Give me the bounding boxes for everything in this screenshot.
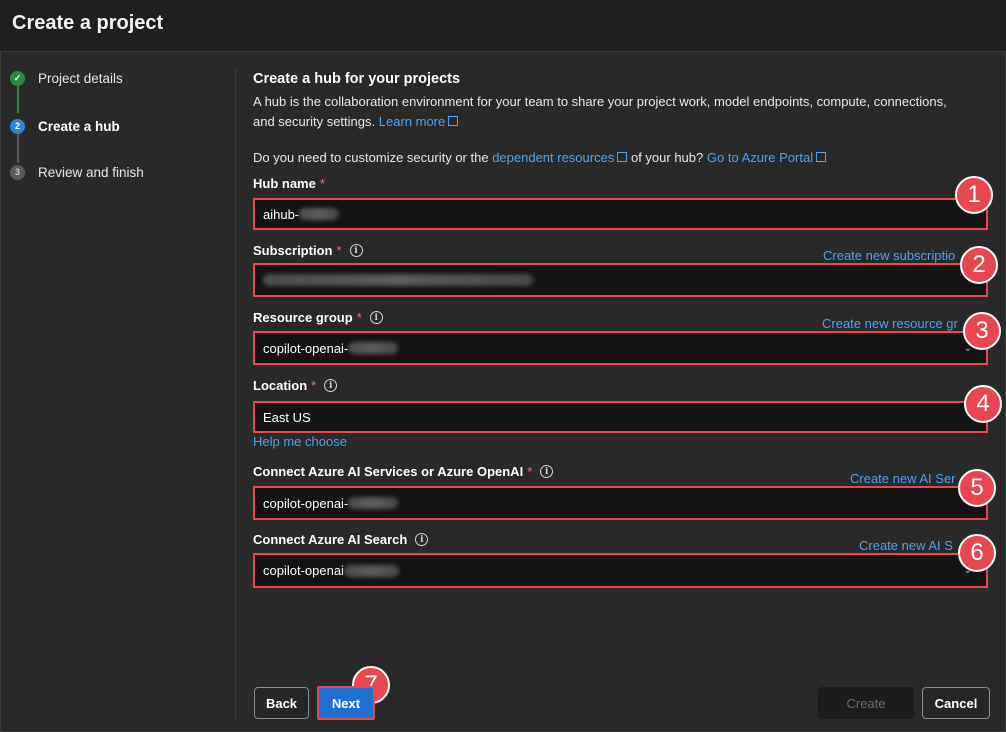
- back-button[interactable]: Back: [254, 687, 309, 719]
- step-number-icon: 2: [10, 118, 25, 134]
- step-label: Review and finish: [38, 164, 144, 180]
- external-link-icon: [448, 116, 459, 126]
- callout-badge-5: 5: [958, 469, 996, 507]
- create-ai-services-link[interactable]: Create new AI Ser: [850, 471, 956, 486]
- resource-group-dropdown[interactable]: copilot-openai- ⌄: [253, 331, 988, 365]
- create-resource-group-link[interactable]: Create new resource gr: [822, 316, 958, 331]
- location-label: Location * i: [253, 378, 338, 393]
- step-create-hub[interactable]: 2 Create a hub: [10, 116, 120, 136]
- info-icon[interactable]: i: [415, 533, 429, 546]
- info-icon[interactable]: i: [324, 379, 338, 392]
- required-marker: *: [319, 176, 325, 191]
- location-dropdown[interactable]: East US: [253, 401, 988, 433]
- redacted-text: [348, 497, 399, 509]
- step-project-details[interactable]: ✓ Project details: [10, 68, 123, 88]
- create-ai-search-link[interactable]: Create new AI S: [859, 538, 953, 553]
- dependent-resources-link[interactable]: dependent resources: [492, 150, 628, 165]
- section-heading: Create a hub for your projects: [253, 71, 461, 87]
- question-text-mid: of your hub?: [630, 150, 704, 165]
- azure-portal-link[interactable]: Go to Azure Portal: [706, 150, 827, 165]
- callout-badge-1: 1: [955, 176, 993, 214]
- info-icon[interactable]: i: [349, 244, 363, 257]
- location-label-text: Location: [253, 378, 308, 393]
- create-button[interactable]: Create: [818, 687, 914, 719]
- ai-search-label: Connect Azure AI Search i: [253, 532, 429, 547]
- callout-badge-3: 3: [963, 312, 1001, 350]
- ai-services-label: Connect Azure AI Services or Azure OpenA…: [253, 464, 554, 479]
- callout-badge-2: 2: [960, 246, 998, 284]
- ai-search-value: copilot-openai: [263, 563, 344, 578]
- resource-group-label: Resource group * i: [253, 310, 383, 325]
- ai-search-dropdown[interactable]: copilot-openai ⌄: [253, 553, 988, 588]
- ai-search-label-text: Connect Azure AI Search: [253, 532, 408, 547]
- redacted-text: [299, 208, 340, 220]
- redacted-text: [343, 564, 399, 577]
- hub-name-label: Hub name *: [253, 176, 325, 191]
- resource-group-value: copilot-openai-: [263, 340, 349, 356]
- step-number-icon: 3: [10, 164, 25, 180]
- subscription-label-text: Subscription: [253, 243, 333, 258]
- ai-services-label-text: Connect Azure AI Services or Azure OpenA…: [253, 464, 524, 479]
- title-bar: Create a project: [0, 0, 1006, 52]
- subscription-dropdown[interactable]: [253, 263, 988, 297]
- question-text: Do you need to customize security or the: [253, 150, 489, 165]
- location-value: East US: [263, 409, 311, 425]
- help-me-choose-link[interactable]: Help me choose: [253, 434, 347, 449]
- step-connector-todo: [17, 133, 19, 163]
- next-button[interactable]: Next: [317, 686, 375, 720]
- external-link-icon: [617, 152, 628, 162]
- resource-group-label-text: Resource group: [253, 310, 353, 325]
- info-icon[interactable]: i: [369, 311, 383, 324]
- ai-services-dropdown[interactable]: copilot-openai-: [253, 486, 988, 520]
- subscription-label: Subscription * i: [253, 243, 363, 258]
- learn-more-label: Learn more: [378, 114, 446, 129]
- required-marker: *: [527, 464, 533, 479]
- hub-name-value: aihub-: [263, 206, 300, 222]
- azure-portal-label: Go to Azure Portal: [706, 150, 814, 165]
- info-icon[interactable]: i: [540, 465, 554, 478]
- required-marker: *: [356, 310, 362, 325]
- external-link-icon: [816, 152, 827, 162]
- callout-badge-4: 4: [964, 385, 1002, 423]
- redacted-text: [263, 274, 533, 286]
- customize-question: Do you need to customize security or the…: [253, 150, 827, 165]
- step-label: Project details: [38, 70, 123, 86]
- hub-name-label-text: Hub name: [253, 176, 316, 191]
- ai-services-value: copilot-openai-: [263, 495, 349, 511]
- create-subscription-link[interactable]: Create new subscriptio: [823, 248, 955, 263]
- required-marker: *: [311, 378, 317, 393]
- section-description: A hub is the collaboration environment f…: [253, 92, 953, 132]
- hub-name-input[interactable]: aihub-: [253, 198, 988, 230]
- checkmark-icon: ✓: [10, 70, 25, 86]
- step-connector-done: [17, 85, 19, 113]
- callout-badge-6: 6: [958, 534, 996, 572]
- required-marker: *: [336, 243, 342, 258]
- dependent-resources-label: dependent resources: [492, 150, 615, 165]
- sidebar-divider: [235, 68, 236, 718]
- step-label: Create a hub: [38, 118, 120, 134]
- cancel-button[interactable]: Cancel: [922, 687, 990, 719]
- learn-more-link[interactable]: Learn more: [378, 114, 459, 129]
- dialog-title: Create a project: [12, 12, 164, 34]
- step-review-finish[interactable]: 3 Review and finish: [10, 162, 144, 182]
- redacted-text: [348, 342, 399, 354]
- description-text: A hub is the collaboration environment f…: [253, 94, 947, 129]
